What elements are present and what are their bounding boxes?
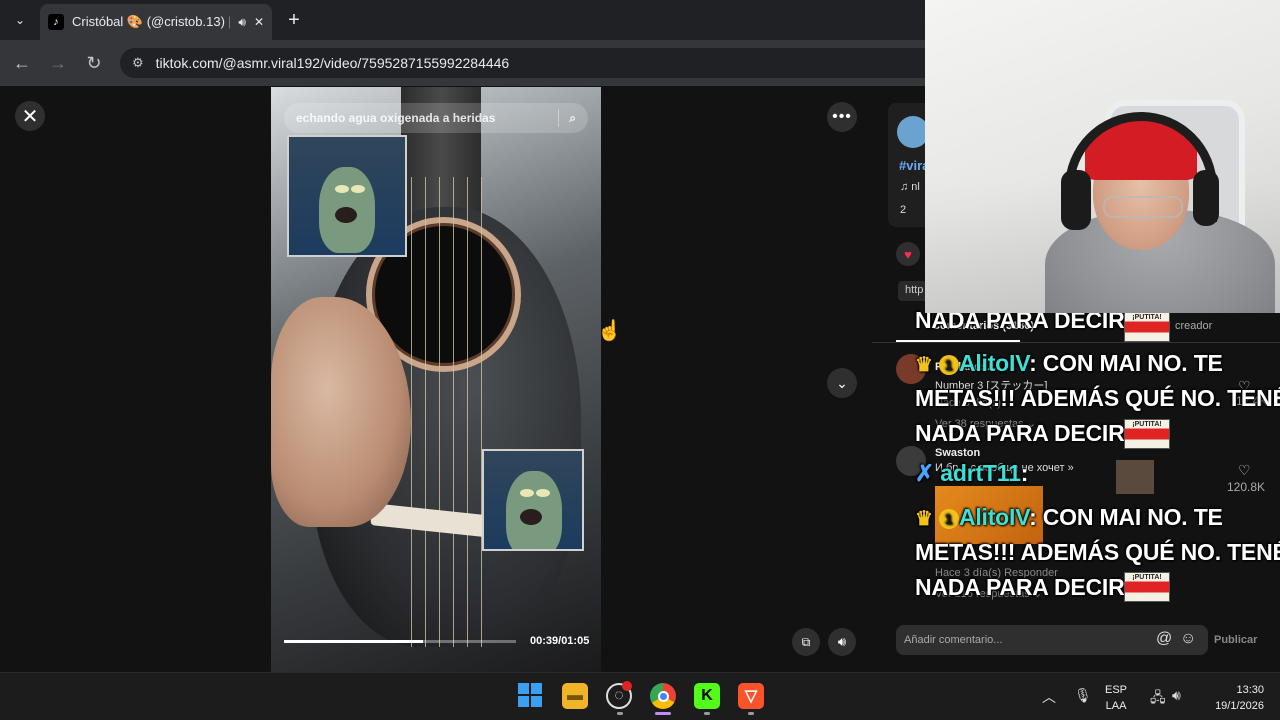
- chat-text: :: [1020, 460, 1029, 486]
- speaker-icon[interactable]: 🔊︎: [238, 15, 246, 30]
- chat-text: : CON MAI NO. TE: [1029, 350, 1223, 376]
- start-button[interactable]: [518, 683, 542, 707]
- hand-cursor-icon: ☝: [597, 320, 622, 342]
- picture-in-picture-button[interactable]: ⧉: [792, 628, 820, 656]
- tiktok-favicon-icon: ♪: [48, 14, 64, 30]
- video-timecode: 00:39/01:05: [530, 635, 590, 647]
- music-label[interactable]: ♫ nl: [900, 181, 920, 193]
- site-settings-icon[interactable]: ⚙: [132, 55, 144, 71]
- volume-button[interactable]: 🔊︎: [828, 628, 856, 656]
- comment-like-icon[interactable]: ♡: [1238, 462, 1251, 479]
- crown-icon: ♛: [915, 354, 933, 376]
- url-text: tiktok.com/@asmr.viral192/video/75952871…: [155, 55, 510, 71]
- putita-emote: ¡PUTITA!: [1124, 572, 1170, 602]
- file-explorer-icon[interactable]: ▬: [562, 683, 588, 709]
- chat-line: NADA PARA DECIR!!!: [915, 574, 1147, 600]
- crown-icon: ♛: [915, 508, 933, 530]
- next-video-button[interactable]: ⌄: [827, 368, 857, 398]
- video-search-text: echando agua oxigenada a heridas: [296, 111, 496, 125]
- new-tab-button[interactable]: +: [282, 8, 306, 32]
- volume-icon[interactable]: 🔊︎: [1172, 687, 1181, 704]
- comment-like-count: 120.8K: [1227, 480, 1266, 494]
- putita-emote: ¡PUTITA!: [1124, 419, 1170, 449]
- comment-input-placeholder: Añadir comentario...: [904, 634, 1003, 646]
- back-button[interactable]: ←: [10, 51, 34, 75]
- publish-button[interactable]: Publicar: [1214, 634, 1257, 646]
- like-heart-icon[interactable]: ♥: [896, 242, 920, 266]
- chat-line: METAS!!! ADEMÁS QUÉ NO. TENÉS: [915, 539, 1280, 565]
- plankton-sticker-bottom: [482, 449, 584, 551]
- tab-close-icon[interactable]: ✕: [254, 15, 264, 29]
- microphone-icon[interactable]: 🎙︎: [1074, 687, 1092, 704]
- comment-user[interactable]: Swaston: [935, 447, 980, 459]
- putita-emote: ¡PUTITA!: [1124, 312, 1170, 342]
- close-video-button[interactable]: ✕: [15, 101, 45, 131]
- kick-icon[interactable]: K: [694, 683, 720, 709]
- plankton-sticker-top: [287, 135, 407, 257]
- language-indicator[interactable]: ESP LAA: [1105, 682, 1127, 714]
- network-icon[interactable]: 🖧︎: [1150, 687, 1166, 711]
- stat-label: 2: [900, 204, 907, 216]
- video-progress-fill: [284, 640, 424, 643]
- emoji-icon[interactable]: ☺: [1180, 630, 1196, 648]
- sword-icon: ✗: [915, 460, 935, 486]
- chat-username: AlitoIV: [958, 350, 1030, 376]
- chat-line: NADA PARA DECIR!!!: [915, 420, 1147, 446]
- brave-icon[interactable]: ▽: [738, 683, 764, 709]
- address-bar[interactable]: ⚙ tiktok.com/@asmr.viral192/video/759528…: [120, 48, 925, 78]
- mention-icon[interactable]: @: [1156, 630, 1172, 648]
- video-progress-bar[interactable]: [284, 640, 516, 643]
- browser-tab[interactable]: ♪ Cristóbal 🎨 (@cristob.13) | 🔊︎ ✕: [40, 4, 272, 40]
- chat-emote-image: [1116, 460, 1154, 494]
- notification-dot: [622, 681, 632, 691]
- chat-username: AlitoIV: [958, 504, 1030, 530]
- webcam-overlay: [925, 0, 1280, 313]
- rank-badge: 1: [938, 354, 959, 375]
- search-icon[interactable]: ⌕: [569, 111, 576, 126]
- video-search-bar[interactable]: echando agua oxigenada a heridas ⌕: [284, 103, 588, 133]
- chat-line: METAS!!! ADEMÁS QUÉ NO. TENÉS: [915, 385, 1280, 411]
- chat-username: adrtT11: [940, 460, 1021, 486]
- tab-creator-videos[interactable]: creador: [1175, 320, 1212, 332]
- chevron-up-icon[interactable]: ︿: [1042, 687, 1056, 707]
- video-player[interactable]: [271, 87, 601, 672]
- rank-badge: 1: [938, 508, 959, 529]
- more-options-button[interactable]: •••: [827, 102, 857, 132]
- reload-button[interactable]: ↻: [82, 51, 106, 75]
- chat-message: ♛ 1 AlitoIV: CON MAI NO. TE: [915, 504, 1223, 531]
- chrome-icon[interactable]: [650, 683, 676, 709]
- clock[interactable]: 13:30 19/1/2026: [1202, 682, 1264, 714]
- chat-message: ♛ 1 AlitoIV: CON MAI NO. TE: [915, 350, 1223, 377]
- tab-title: Cristóbal 🎨 (@cristob.13) |: [72, 14, 231, 29]
- chat-text: : CON MAI NO. TE: [1029, 504, 1223, 530]
- forward-button[interactable]: →: [46, 51, 70, 75]
- tabs-divider: [872, 342, 1280, 343]
- chat-message: ✗ adrtT11:: [915, 460, 1028, 487]
- tab-search-button[interactable]: ⌄: [8, 8, 32, 32]
